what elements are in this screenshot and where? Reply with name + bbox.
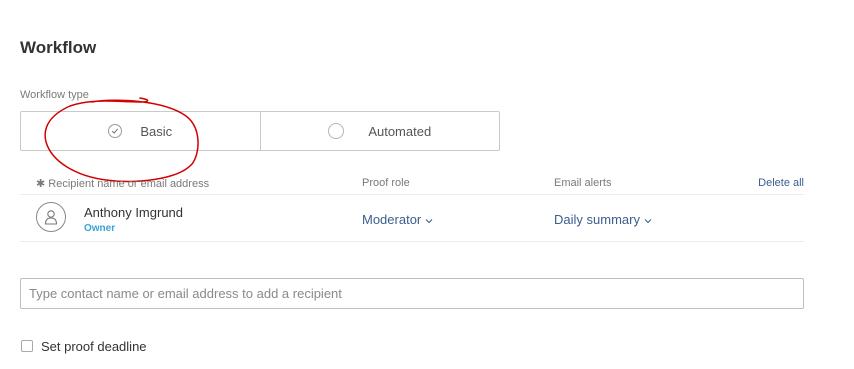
owner-badge: Owner (84, 223, 116, 234)
workflow-option-automated[interactable]: Automated (259, 112, 500, 150)
workflow-option-basic[interactable]: Basic (21, 112, 260, 150)
workflow-option-automated-label: Automated (368, 123, 432, 139)
column-header-proof-role: Proof role (362, 177, 410, 189)
header-divider (20, 194, 804, 195)
add-recipient-input[interactable] (20, 278, 804, 309)
checked-radio-icon (108, 124, 123, 138)
unchecked-radio-icon (328, 123, 345, 139)
chevron-down-icon (425, 212, 433, 227)
row-divider (20, 241, 804, 242)
workflow-type-label: Workflow type (20, 89, 89, 101)
recipient-name: Anthony Imgrund (84, 205, 184, 220)
workflow-type-selector: Basic Automated (20, 111, 500, 151)
avatar (36, 202, 66, 232)
email-alerts-value: Daily summary (554, 212, 640, 227)
column-header-email-alerts: Email alerts (554, 177, 612, 189)
proof-role-dropdown[interactable]: Moderator (362, 212, 433, 227)
workflow-title: Workflow (20, 38, 97, 57)
column-header-recipient: ✱ Recipient name or email address (36, 178, 210, 190)
proof-role-value: Moderator (362, 212, 422, 227)
user-icon (44, 210, 58, 225)
delete-all-link[interactable]: Delete all (758, 177, 804, 189)
email-alerts-dropdown[interactable]: Daily summary (554, 212, 652, 227)
workflow-option-basic-label: Basic (140, 123, 173, 139)
proof-deadline-checkbox[interactable] (21, 340, 33, 352)
proof-deadline-label: Set proof deadline (41, 339, 147, 354)
chevron-down-icon (644, 212, 652, 227)
